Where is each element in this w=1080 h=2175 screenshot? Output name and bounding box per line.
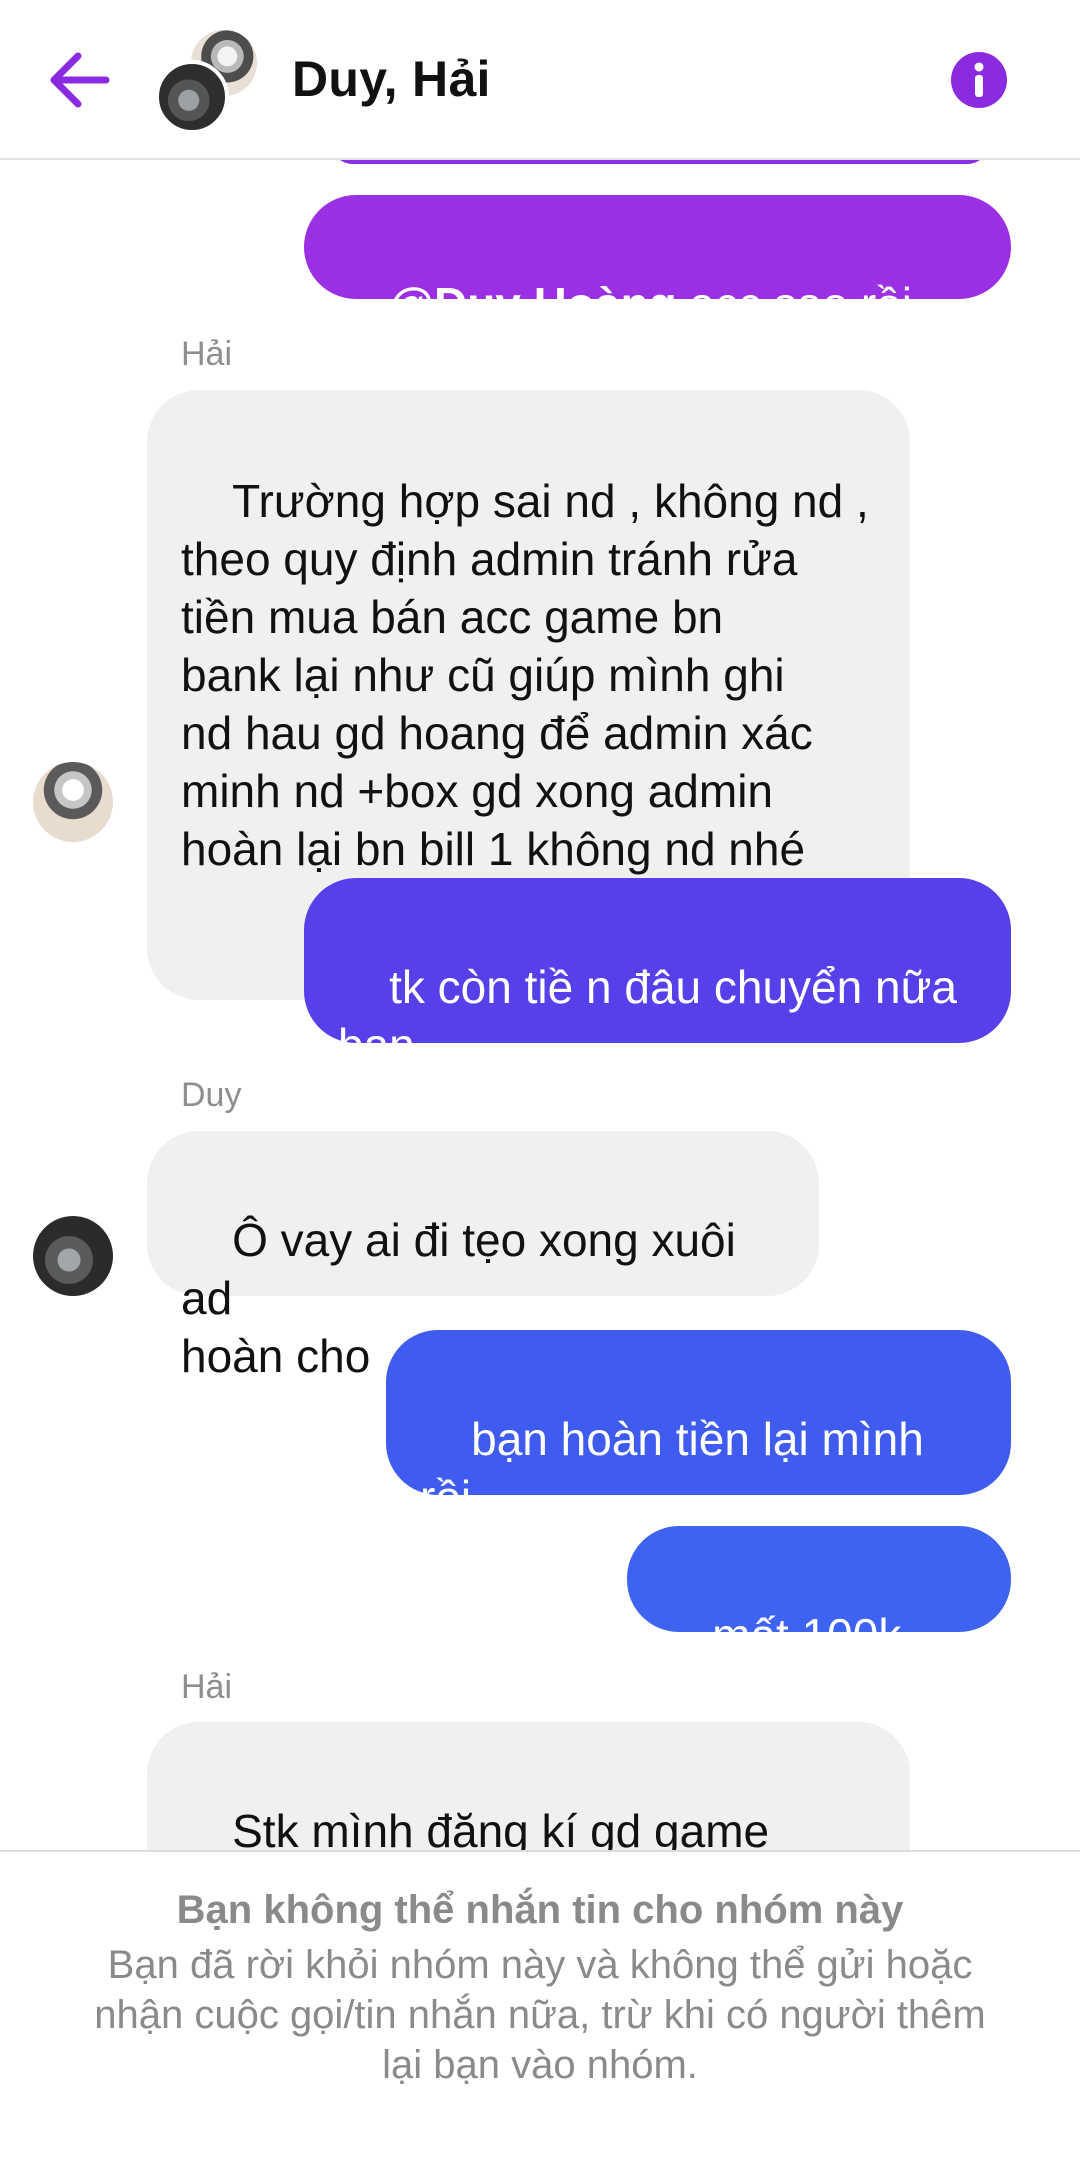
message-text: Trường hợp sai nd , không nd , theo quy …: [181, 475, 869, 875]
group-avatar[interactable]: [155, 26, 265, 134]
avatar[interactable]: [33, 762, 113, 842]
arrow-left-icon[interactable]: [44, 48, 112, 112]
notice-body: Bạn đã rời khỏi nhóm này và không thể gử…: [94, 1943, 986, 2087]
message-list[interactable]: @Duy Hoàng acc sao rồi bạn Hải Trường hợ…: [0, 158, 1080, 1850]
notice-title: Bạn không thể nhắn tin cho nhóm này: [176, 1888, 904, 1932]
avatar: [155, 60, 229, 134]
message-bubble-outgoing[interactable]: @Duy Hoàng acc sao rồi bạn: [304, 195, 1011, 388]
message-bubble-incoming[interactable]: Stk mình đăng kí gd game chuyển qua chuy…: [147, 1722, 910, 1850]
sender-name: Duy: [181, 1076, 242, 1114]
mention[interactable]: @Duy Hoàng: [389, 278, 677, 330]
message-bubble-incoming[interactable]: Ô vay ai đi tẹo xong xuôi ad hoàn cho: [147, 1131, 819, 1382]
chat-header: Duy, Hải: [0, 0, 1080, 160]
conversation-title[interactable]: Duy, Hải: [292, 50, 491, 108]
message-text: tk còn tiề n đâu chuyển nữa bạn: [338, 961, 957, 1071]
sender-name: Hải: [181, 1668, 233, 1706]
message-text: Stk mình đăng kí gd game chuyển qua chuy…: [232, 1805, 770, 1850]
message-bubble-outgoing[interactable]: mất 100k rồi...: [627, 1526, 1011, 1719]
cannot-message-notice: Bạn không thể nhắn tin cho nhóm này Bạn …: [0, 1850, 1080, 2175]
message-text: mất 100k rồi...: [661, 1609, 915, 1719]
sender-name: Hải: [181, 335, 233, 373]
message-bubble-outgoing[interactable]: bạn hoàn tiền lại mình rồi mình chuyển l…: [386, 1330, 1011, 1581]
message-bubble-outgoing[interactable]: tk còn tiề n đâu chuyển nữa bạn: [304, 878, 1011, 1071]
avatar[interactable]: [33, 1216, 113, 1296]
info-icon[interactable]: [951, 52, 1007, 108]
